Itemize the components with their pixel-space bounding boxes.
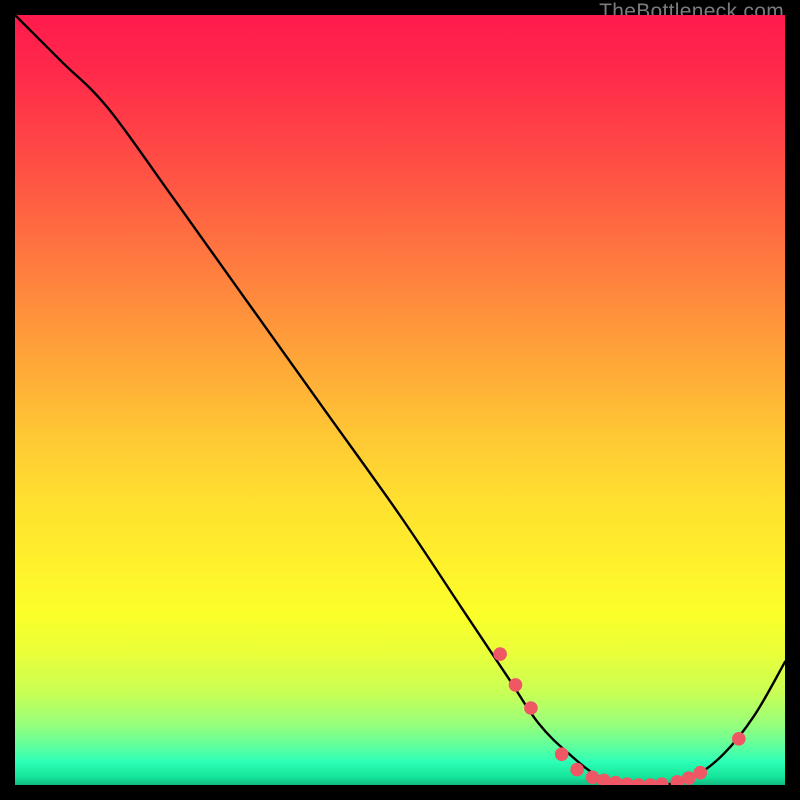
bottleneck-curve — [15, 15, 785, 785]
curve-marker — [620, 777, 634, 785]
curve-marker — [632, 778, 646, 785]
curve-marker — [570, 763, 584, 777]
plot-area — [15, 15, 785, 785]
chart-stage: TheBottleneck.com — [0, 0, 800, 800]
curve-marker — [655, 777, 669, 785]
curve-marker — [555, 747, 569, 761]
curve-marker — [694, 766, 708, 780]
curve-marker — [732, 732, 746, 746]
curve-marker — [586, 771, 600, 785]
curve-marker — [670, 775, 684, 785]
curve-svg — [15, 15, 785, 785]
curve-marker — [524, 701, 538, 715]
curve-marker — [609, 776, 623, 785]
curve-markers — [493, 647, 745, 785]
curve-marker — [597, 774, 611, 785]
curve-marker — [682, 771, 696, 785]
curve-marker — [493, 647, 507, 661]
curve-marker — [509, 678, 523, 692]
